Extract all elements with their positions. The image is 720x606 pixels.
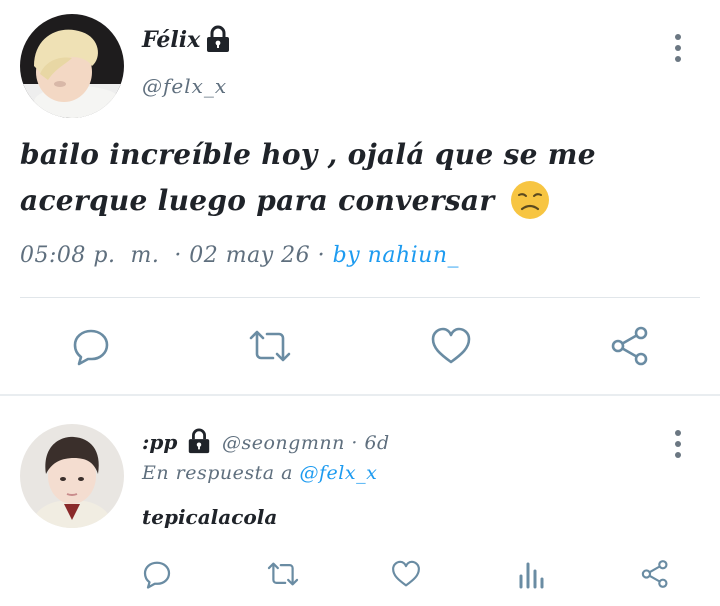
analytics-icon [519, 562, 544, 589]
reply-button[interactable] [66, 322, 116, 370]
like-button[interactable] [425, 322, 477, 370]
avatar[interactable] [20, 14, 124, 118]
retweet-button[interactable] [244, 322, 296, 370]
retweet-button[interactable] [263, 556, 303, 592]
disappointed-face-icon [510, 180, 550, 220]
lock-icon [207, 25, 229, 52]
share-icon [611, 326, 648, 366]
replying-prefix: En respuesta a [142, 462, 293, 484]
tweet-body: bailo increíble hoy , ojalá que se me ac… [20, 138, 596, 217]
display-name[interactable]: Félix [142, 27, 200, 53]
share-button[interactable] [636, 556, 674, 592]
retweet-icon [249, 330, 291, 362]
tweet-time: 05:08 p. m. [20, 243, 160, 268]
avatar[interactable] [20, 424, 124, 528]
tweet-date: · 02 may 26 · [174, 243, 326, 268]
reply-button[interactable] [138, 556, 176, 592]
lock-icon [188, 428, 210, 454]
reply-handle[interactable]: @seongmnn · 6d [222, 432, 390, 454]
reply-text: tepicalacola [142, 505, 278, 529]
analytics-button[interactable] [512, 556, 550, 592]
source-link[interactable]: by nahiun_ [333, 243, 459, 268]
user-handle[interactable]: @felx_x [142, 74, 227, 98]
share-button[interactable] [605, 322, 655, 370]
like-icon [431, 327, 471, 364]
more-options-icon[interactable] [668, 30, 688, 66]
tweet-text: bailo increíble hoy , ojalá que se me ac… [20, 132, 710, 224]
more-options-icon[interactable] [668, 426, 688, 462]
tweet-timestamp: 05:08 p. m. · 02 may 26 · by nahiun_ [20, 243, 459, 268]
share-icon [641, 560, 668, 588]
reply-icon [73, 329, 109, 366]
mention-link[interactable]: @felx_x [300, 462, 378, 484]
like-button[interactable] [387, 556, 425, 592]
replying-to: En respuesta a @felx_x [142, 462, 377, 484]
divider [20, 297, 700, 298]
reply-icon [143, 561, 171, 589]
reply-display-name[interactable]: :pp [142, 430, 177, 454]
like-icon [392, 560, 420, 587]
section-divider [0, 394, 720, 396]
retweet-icon [267, 562, 299, 586]
